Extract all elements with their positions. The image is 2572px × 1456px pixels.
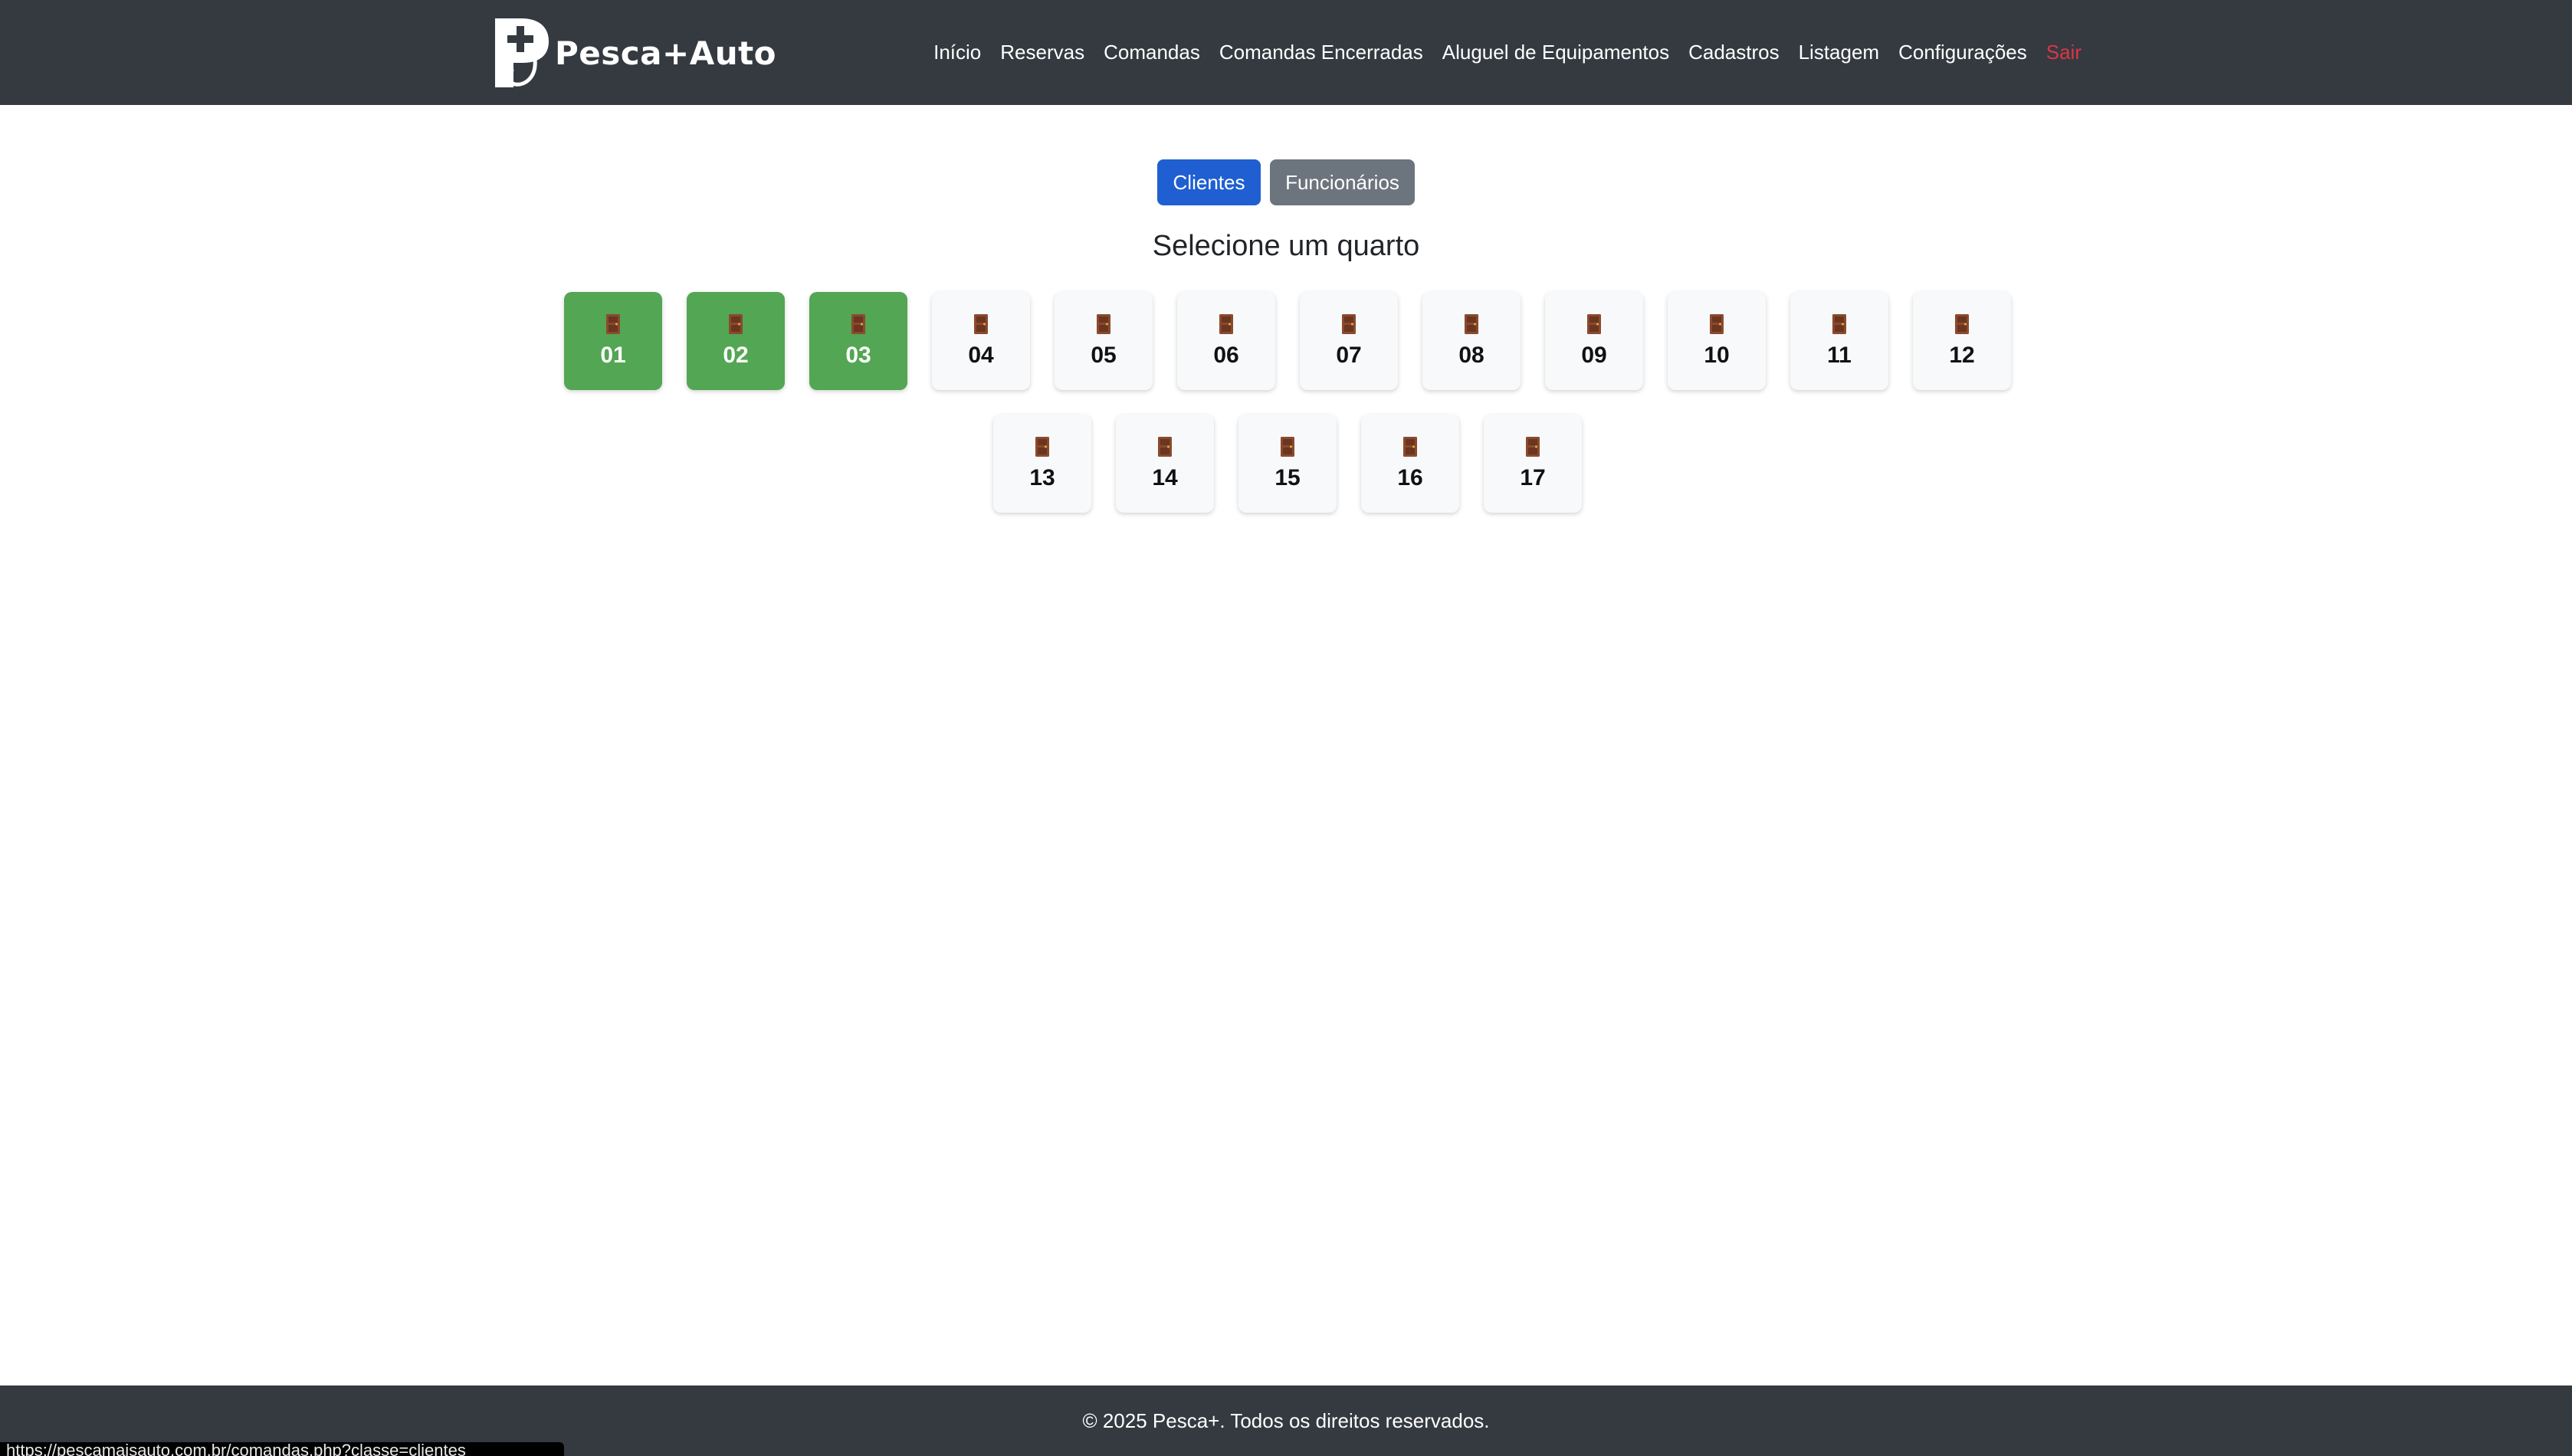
nav-reservas[interactable]: Reservas (1000, 41, 1084, 64)
brand-name: Pesca+Auto (555, 34, 777, 72)
room-tile-12[interactable]: 12 (1913, 292, 2011, 390)
door-icon (1097, 314, 1110, 334)
main-nav: Início Reservas Comandas Comandas Encerr… (920, 0, 2082, 105)
door-icon (1219, 314, 1233, 334)
room-number: 11 (1827, 343, 1852, 368)
door-icon (1710, 314, 1724, 334)
room-tile-17[interactable]: 17 (1484, 415, 1582, 513)
page-title: Selecione um quarto (1152, 230, 1420, 262)
room-number: 05 (1091, 343, 1117, 368)
door-icon (1158, 437, 1172, 457)
room-number: 09 (1581, 343, 1607, 368)
nav-comandas[interactable]: Comandas (1104, 41, 1200, 64)
nav-comandas-encerradas[interactable]: Comandas Encerradas (1219, 41, 1423, 64)
door-icon (1281, 437, 1294, 457)
funcionarios-button[interactable]: Funcionários (1270, 159, 1415, 205)
room-tile-08[interactable]: 08 (1422, 292, 1521, 390)
door-icon (1035, 437, 1049, 457)
room-tile-16[interactable]: 16 (1361, 415, 1459, 513)
door-icon (1403, 437, 1417, 457)
room-tile-05[interactable]: 05 (1055, 292, 1153, 390)
room-number: 17 (1520, 465, 1546, 490)
room-tile-10[interactable]: 10 (1668, 292, 1766, 390)
room-number: 01 (600, 343, 626, 368)
room-number: 16 (1397, 465, 1423, 490)
room-number: 13 (1029, 465, 1055, 490)
nav-aluguel-equipamentos[interactable]: Aluguel de Equipamentos (1442, 41, 1669, 64)
room-tile-04[interactable]: 04 (932, 292, 1030, 390)
clientes-button[interactable]: Clientes (1157, 159, 1261, 205)
room-number: 02 (723, 343, 749, 368)
brand-link[interactable]: Pesca+Auto (492, 15, 776, 90)
room-tile-13[interactable]: 13 (993, 415, 1091, 513)
room-number: 10 (1704, 343, 1730, 368)
room-tile-07[interactable]: 07 (1300, 292, 1398, 390)
door-icon (606, 314, 620, 334)
room-tile-02[interactable]: 02 (687, 292, 785, 390)
room-tile-14[interactable]: 14 (1116, 415, 1214, 513)
door-icon (1832, 314, 1846, 334)
door-icon (1955, 314, 1969, 334)
room-tile-09[interactable]: 09 (1545, 292, 1643, 390)
class-toggle-group: Clientes Funcionários (0, 159, 2572, 205)
room-number: 08 (1458, 343, 1484, 368)
room-tile-03[interactable]: 03 (809, 292, 907, 390)
room-tile-06[interactable]: 06 (1177, 292, 1275, 390)
room-number: 04 (968, 343, 994, 368)
room-tile-15[interactable]: 15 (1238, 415, 1337, 513)
room-number: 07 (1336, 343, 1362, 368)
door-icon (974, 314, 988, 334)
nav-inicio[interactable]: Início (933, 41, 981, 64)
status-bar-url: https://pescamaisauto.com.br/comandas.ph… (0, 1442, 564, 1456)
brand-logo-icon (495, 18, 549, 87)
footer-text: © 2025 Pesca+. Todos os direitos reserva… (1082, 1409, 1490, 1432)
navbar: Pesca+Auto Início Reservas Comandas Coma… (0, 0, 2572, 105)
room-number: 12 (1949, 343, 1975, 368)
room-number: 03 (845, 343, 871, 368)
room-tile-01[interactable]: 01 (564, 292, 662, 390)
door-icon (1587, 314, 1601, 334)
door-icon (1342, 314, 1356, 334)
door-icon (729, 314, 743, 334)
door-icon (851, 314, 865, 334)
room-number: 14 (1152, 465, 1178, 490)
room-number: 15 (1275, 465, 1301, 490)
nav-listagem[interactable]: Listagem (1799, 41, 1880, 64)
rooms-grid: 01 02 03 04 05 06 07 08 09 10 11 12 13 14 15 16 17 (564, 292, 2011, 513)
room-number: 06 (1213, 343, 1239, 368)
nav-configuracoes[interactable]: Configurações (1898, 41, 2027, 64)
door-icon (1465, 314, 1478, 334)
nav-cadastros[interactable]: Cadastros (1688, 41, 1780, 64)
door-icon (1526, 437, 1540, 457)
room-tile-11[interactable]: 11 (1790, 292, 1888, 390)
nav-sair[interactable]: Sair (2046, 41, 2082, 64)
